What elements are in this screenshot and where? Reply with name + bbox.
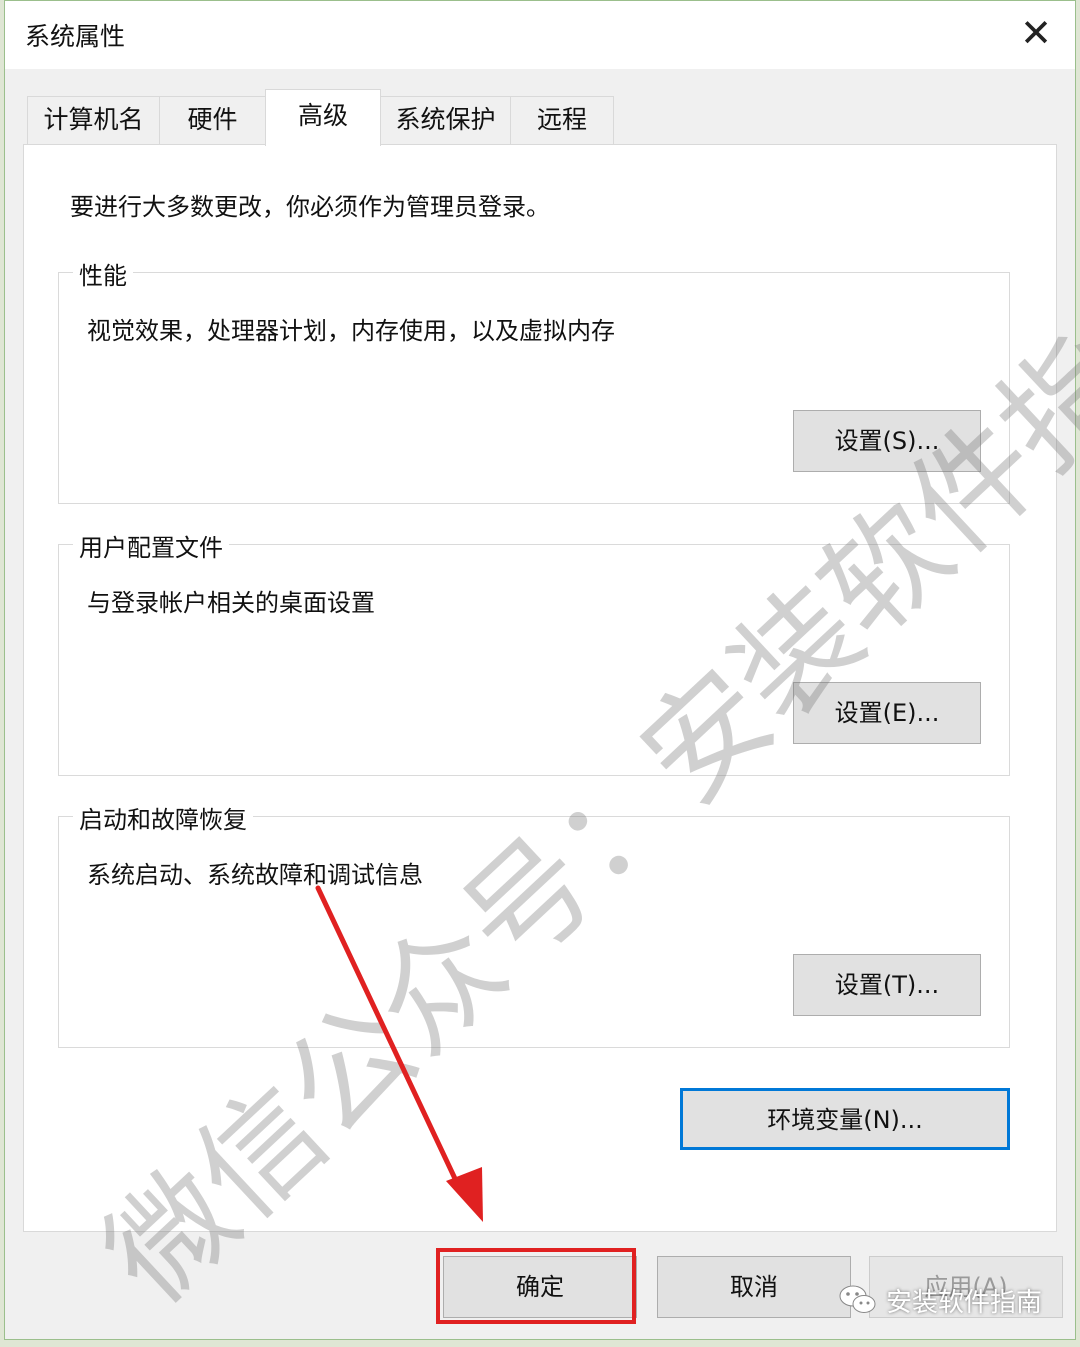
group-title: 用户配置文件: [73, 528, 229, 563]
tab-label: 硬件: [187, 105, 238, 134]
performance-group: 性能 视觉效果，处理器计划，内存使用，以及虚拟内存 设置(S)...: [58, 256, 1010, 504]
environment-variables-button[interactable]: 环境变量(N)...: [680, 1088, 1010, 1150]
admin-notice: 要进行大多数更改，你必须作为管理员登录。: [70, 193, 550, 221]
user-profiles-group: 用户配置文件 与登录帐户相关的桌面设置 设置(E)...: [58, 528, 1010, 776]
tab-computer-name[interactable]: 计算机名: [27, 96, 160, 144]
tab-label: 远程: [536, 105, 587, 134]
group-description: 系统启动、系统故障和调试信息: [87, 861, 423, 889]
wechat-icon: [839, 1285, 876, 1313]
watermark-badge-text: 安装软件指南: [886, 1287, 1043, 1318]
tab-label: 计算机名: [43, 105, 144, 134]
close-icon[interactable]: ✕: [1005, 9, 1067, 59]
group-description: 视觉效果，处理器计划，内存使用，以及虚拟内存: [87, 317, 615, 345]
tab-system-protection[interactable]: 系统保护: [380, 96, 511, 144]
watermark-badge: 安装软件指南: [838, 1278, 1042, 1322]
startup-recovery-group: 启动和故障恢复 系统启动、系统故障和调试信息 设置(T)...: [58, 800, 1010, 1048]
tab-label: 高级: [297, 101, 348, 130]
group-description: 与登录帐户相关的桌面设置: [87, 589, 375, 617]
startup-recovery-settings-button[interactable]: 设置(T)...: [793, 954, 981, 1016]
group-title: 启动和故障恢复: [73, 800, 253, 835]
tab-label: 系统保护: [395, 105, 496, 134]
group-title: 性能: [73, 256, 133, 291]
user-profiles-settings-button[interactable]: 设置(E)...: [793, 682, 981, 744]
tab-advanced[interactable]: 高级: [265, 89, 381, 146]
title-bar: 系统属性 ✕: [5, 1, 1075, 69]
cancel-button[interactable]: 取消: [657, 1256, 851, 1318]
system-properties-dialog: 系统属性 ✕ 计算机名 硬件 高级 系统保护 远程 要进行大多数更改，你必须作为…: [4, 0, 1076, 1340]
tab-hardware[interactable]: 硬件: [159, 96, 266, 144]
tab-remote[interactable]: 远程: [510, 96, 614, 144]
advanced-tab-panel: 要进行大多数更改，你必须作为管理员登录。 性能 视觉效果，处理器计划，内存使用，…: [23, 144, 1057, 1232]
performance-settings-button[interactable]: 设置(S)...: [793, 410, 981, 472]
window-title: 系统属性: [25, 22, 126, 51]
ok-button-highlight: [436, 1248, 636, 1324]
